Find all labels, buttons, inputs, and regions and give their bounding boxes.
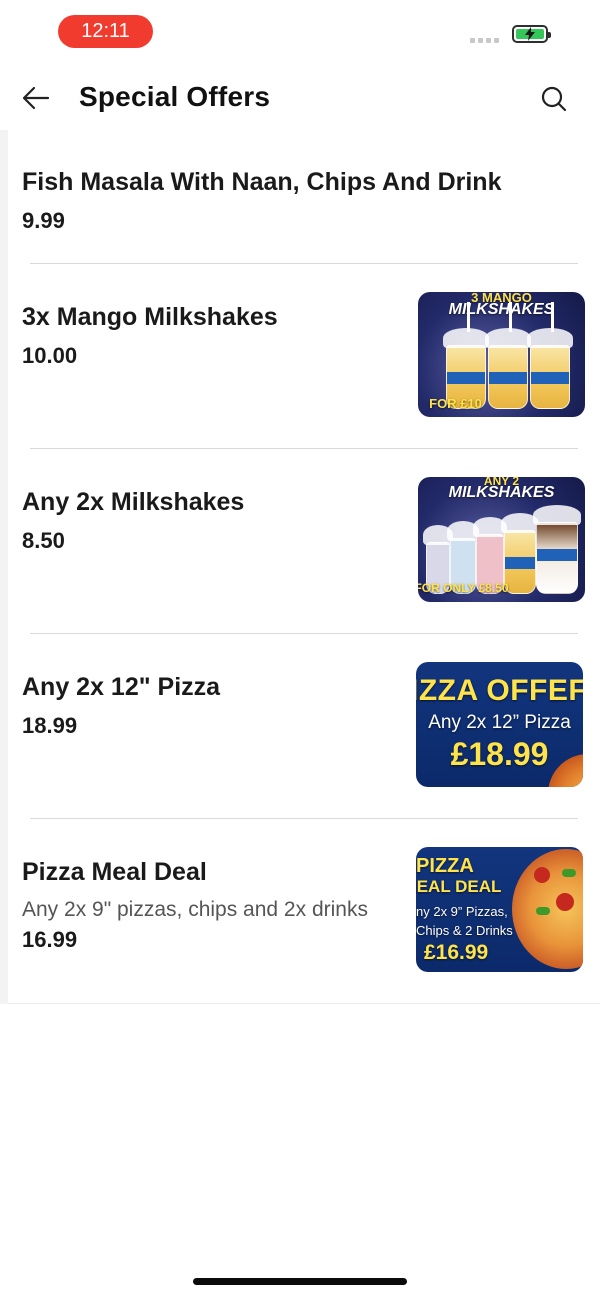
offer-image: PIZZA IEAL DEAL ny 2x 9” Pizzas, Chips &…	[416, 847, 583, 972]
offer-price: 16.99	[22, 927, 78, 952]
image-caption-line2: Chips & 2 Drinks	[416, 923, 513, 938]
offer-description: Any 2x 9" pizzas, chips and 2x drinks	[22, 898, 368, 921]
page-title: Special Offers	[79, 81, 271, 112]
image-badge: FOR £10	[429, 396, 482, 411]
image-badge: £16.99	[424, 941, 489, 964]
signal-icon	[470, 38, 499, 43]
offer-price: 18.99	[22, 713, 78, 738]
image-caption-main: IEAL DEAL	[416, 877, 502, 896]
image-caption-line1: ny 2x 9” Pizzas,	[416, 904, 508, 919]
offer-name: Fish Masala With Naan, Chips And Drink	[22, 168, 502, 196]
home-indicator[interactable]	[193, 1278, 407, 1285]
offer-price: 8.50	[22, 528, 65, 553]
image-caption-top: PIZZA	[416, 855, 474, 877]
image-badge: FOR ONLY £8.50	[418, 581, 509, 595]
offer-name: 3x Mango Milkshakes	[22, 303, 278, 331]
search-icon	[541, 86, 567, 112]
offer-item[interactable]: Any 2x 12" Pizza 18.99 IZZA OFFEF Any 2x…	[0, 634, 600, 819]
offer-name: Any 2x 12" Pizza	[22, 673, 221, 701]
offer-price: 10.00	[22, 343, 78, 368]
image-badge: £18.99	[450, 736, 549, 772]
battery-charging-icon	[512, 25, 551, 43]
back-arrow-icon	[22, 86, 50, 110]
offer-image: 3 MANGO MILKSHAKES FOR £10	[418, 292, 585, 417]
offer-name: Any 2x Milkshakes	[22, 488, 245, 516]
offer-list: Fish Masala With Naan, Chips And Drink 9…	[0, 130, 600, 1004]
offer-item[interactable]: 3x Mango Milkshakes 10.00 3 MANGO MILKSH…	[0, 264, 600, 449]
status-time: 12:11	[58, 15, 153, 48]
offer-item[interactable]: Any 2x Milkshakes 8.50 ANY 2 MILKSHAKES …	[0, 449, 600, 634]
image-caption-top: IZZA OFFEF	[416, 674, 583, 707]
status-bar: 12:11	[0, 0, 600, 64]
offer-image: ANY 2 MILKSHAKES FOR ONLY £8.50	[418, 477, 585, 602]
search-button[interactable]	[537, 82, 571, 116]
divider	[8, 1003, 600, 1004]
offer-item[interactable]: Fish Masala With Naan, Chips And Drink 9…	[0, 130, 600, 264]
offer-name: Pizza Meal Deal	[22, 858, 207, 886]
offer-item[interactable]: Pizza Meal Deal Any 2x 9" pizzas, chips …	[0, 819, 600, 1004]
back-button[interactable]	[18, 80, 54, 116]
image-caption-main: Any 2x 12” Pizza	[428, 712, 571, 733]
image-caption-main: MILKSHAKES	[448, 484, 555, 501]
image-caption-main: MILKSHAKES	[448, 301, 555, 318]
offer-price: 9.99	[22, 208, 65, 233]
offer-image: IZZA OFFEF Any 2x 12” Pizza £18.99	[416, 662, 583, 787]
app-header: Special Offers	[0, 64, 600, 130]
